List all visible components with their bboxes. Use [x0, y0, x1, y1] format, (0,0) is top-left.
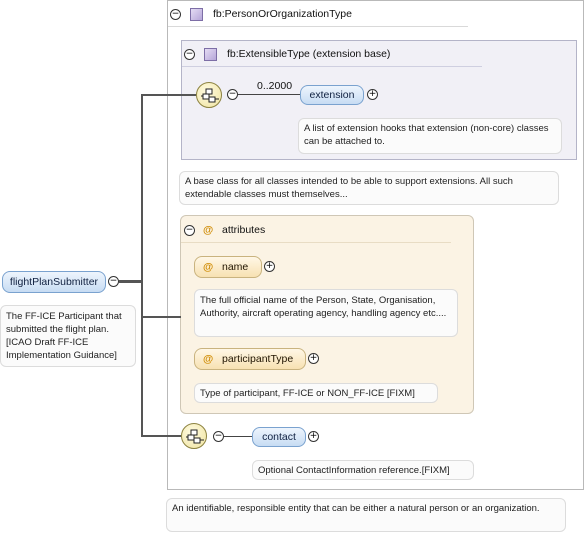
root-collapse-button[interactable]: − [108, 276, 119, 287]
participanttype-expand-button[interactable]: + [308, 353, 319, 364]
sequence-compositor-icon[interactable] [196, 82, 222, 108]
type-title: fb:PersonOrOrganizationType [213, 8, 352, 20]
extension-element[interactable]: extension [300, 85, 364, 105]
root-to-branch-line [119, 280, 143, 283]
participanttype-attribute-doc: Type of participant, FF-ICE or NON_FF-IC… [194, 383, 438, 403]
sequence-collapse-button[interactable]: − [213, 431, 224, 442]
name-attribute[interactable]: @ name [194, 256, 262, 278]
attribute-at-icon: @ [203, 261, 214, 273]
branch-middle-arm [143, 316, 181, 318]
extension-doc: A list of extension hooks that extension… [298, 118, 562, 154]
extension-base-type-icon [204, 48, 217, 61]
contact-element[interactable]: contact [252, 427, 306, 447]
branch-vertical-line [141, 94, 143, 437]
flightplansubmitter-element[interactable]: flightPlanSubmitter [2, 271, 106, 293]
extension-multiplicity: 0..2000 [257, 80, 293, 92]
name-attribute-doc: The full official name of the Person, St… [194, 289, 458, 337]
sequence-to-extension-line [238, 94, 300, 95]
sequence-to-contact-line [224, 436, 252, 437]
type-doc: An identifiable, responsible entity that… [166, 498, 566, 532]
root-doc: The FF-ICE Participant that submitted th… [0, 305, 136, 367]
participanttype-attribute[interactable]: @ participantType [194, 348, 306, 370]
contact-expand-button[interactable]: + [308, 431, 319, 442]
contact-doc: Optional ContactInformation reference.[F… [252, 460, 474, 480]
complex-type-icon [190, 8, 203, 21]
name-expand-button[interactable]: + [264, 261, 275, 272]
extension-base-header-rule [182, 66, 482, 67]
extension-expand-button[interactable]: + [367, 89, 378, 100]
extension-base-collapse-button[interactable]: − [184, 49, 195, 60]
attributes-collapse-button[interactable]: − [184, 225, 195, 236]
branch-bottom-arm [143, 435, 181, 437]
attributes-header-rule [181, 242, 451, 243]
attributes-title: attributes [222, 224, 266, 236]
sequence-collapse-button[interactable]: − [227, 89, 238, 100]
attributes-at-icon: @ [203, 224, 214, 236]
type-collapse-button[interactable]: − [170, 9, 181, 20]
attribute-at-icon: @ [203, 353, 214, 365]
extension-base-title: fb:ExtensibleType (extension base) [227, 48, 391, 60]
type-header-rule [168, 26, 468, 27]
name-attribute-label: name [222, 261, 249, 273]
sequence-compositor-icon[interactable] [181, 423, 207, 449]
extension-base-doc: A base class for all classes intended to… [179, 171, 559, 205]
participanttype-attribute-label: participantType [222, 353, 294, 365]
branch-top-arm [143, 94, 196, 96]
